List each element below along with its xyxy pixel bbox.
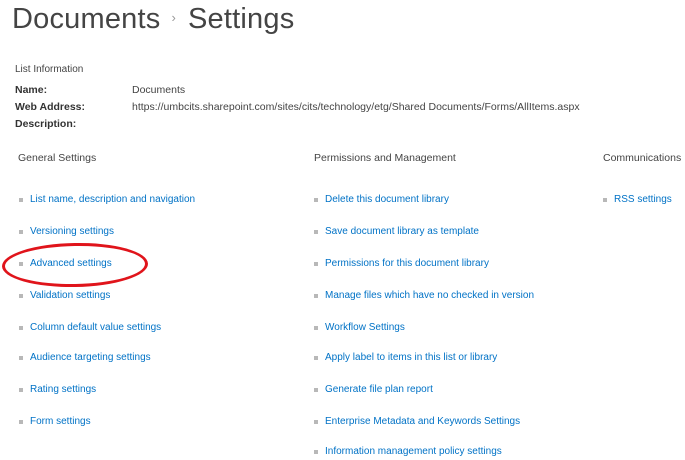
bullet-icon [314, 450, 318, 454]
link-column-default-value-settings[interactable]: Column default value settings [30, 321, 161, 335]
link-workflow-settings[interactable]: Workflow Settings [325, 321, 405, 335]
list-information-heading: List Information [15, 64, 84, 75]
bullet-icon [19, 294, 23, 298]
settings-page: Documents › Settings List Information Name… [0, 0, 685, 460]
name-label: Name: [15, 84, 48, 96]
bullet-icon [19, 420, 23, 424]
bullet-icon [19, 198, 23, 202]
link-generate-file-plan-report[interactable]: Generate file plan report [325, 383, 433, 397]
page-title: Documents › Settings [12, 3, 294, 36]
description-label: Description: [15, 118, 77, 130]
breadcrumb-documents[interactable]: Documents [12, 3, 160, 35]
breadcrumb-chevron-icon: › [171, 10, 177, 25]
communications-heading: Communications [603, 152, 682, 164]
link-apply-label[interactable]: Apply label to items in this list or lib… [325, 351, 497, 365]
link-audience-targeting-settings[interactable]: Audience targeting settings [30, 351, 151, 365]
link-validation-settings[interactable]: Validation settings [30, 289, 110, 303]
bullet-icon [19, 230, 23, 234]
link-advanced-settings[interactable]: Advanced settings [30, 257, 112, 271]
link-enterprise-metadata-keywords[interactable]: Enterprise Metadata and Keywords Setting… [325, 415, 520, 429]
bullet-icon [314, 356, 318, 360]
bullet-icon [603, 198, 607, 202]
bullet-icon [314, 388, 318, 392]
bullet-icon [19, 356, 23, 360]
link-save-library-as-template[interactable]: Save document library as template [325, 225, 479, 239]
link-list-name-description-navigation[interactable]: List name, description and navigation [30, 193, 195, 207]
link-library-permissions[interactable]: Permissions for this document library [325, 257, 489, 271]
bullet-icon [314, 230, 318, 234]
link-delete-document-library[interactable]: Delete this document library [325, 193, 449, 207]
bullet-icon [314, 262, 318, 266]
bullet-icon [314, 420, 318, 424]
bullet-icon [19, 388, 23, 392]
general-settings-heading: General Settings [18, 152, 97, 164]
bullet-icon [314, 294, 318, 298]
breadcrumb-settings: Settings [188, 3, 295, 35]
link-manage-unchecked-files[interactable]: Manage files which have no checked in ve… [325, 289, 534, 303]
link-form-settings[interactable]: Form settings [30, 415, 91, 429]
web-address-label: Web Address: [15, 101, 86, 113]
web-address-value: https://umbcits.sharepoint.com/sites/cit… [132, 101, 580, 113]
bullet-icon [19, 326, 23, 330]
bullet-icon [314, 326, 318, 330]
permissions-management-heading: Permissions and Management [314, 152, 456, 164]
bullet-icon [19, 262, 23, 266]
name-value: Documents [132, 84, 186, 96]
link-rss-settings[interactable]: RSS settings [614, 193, 672, 207]
link-information-management-policy[interactable]: Information management policy settings [325, 445, 502, 459]
link-versioning-settings[interactable]: Versioning settings [30, 225, 114, 239]
link-rating-settings[interactable]: Rating settings [30, 383, 96, 397]
bullet-icon [314, 198, 318, 202]
